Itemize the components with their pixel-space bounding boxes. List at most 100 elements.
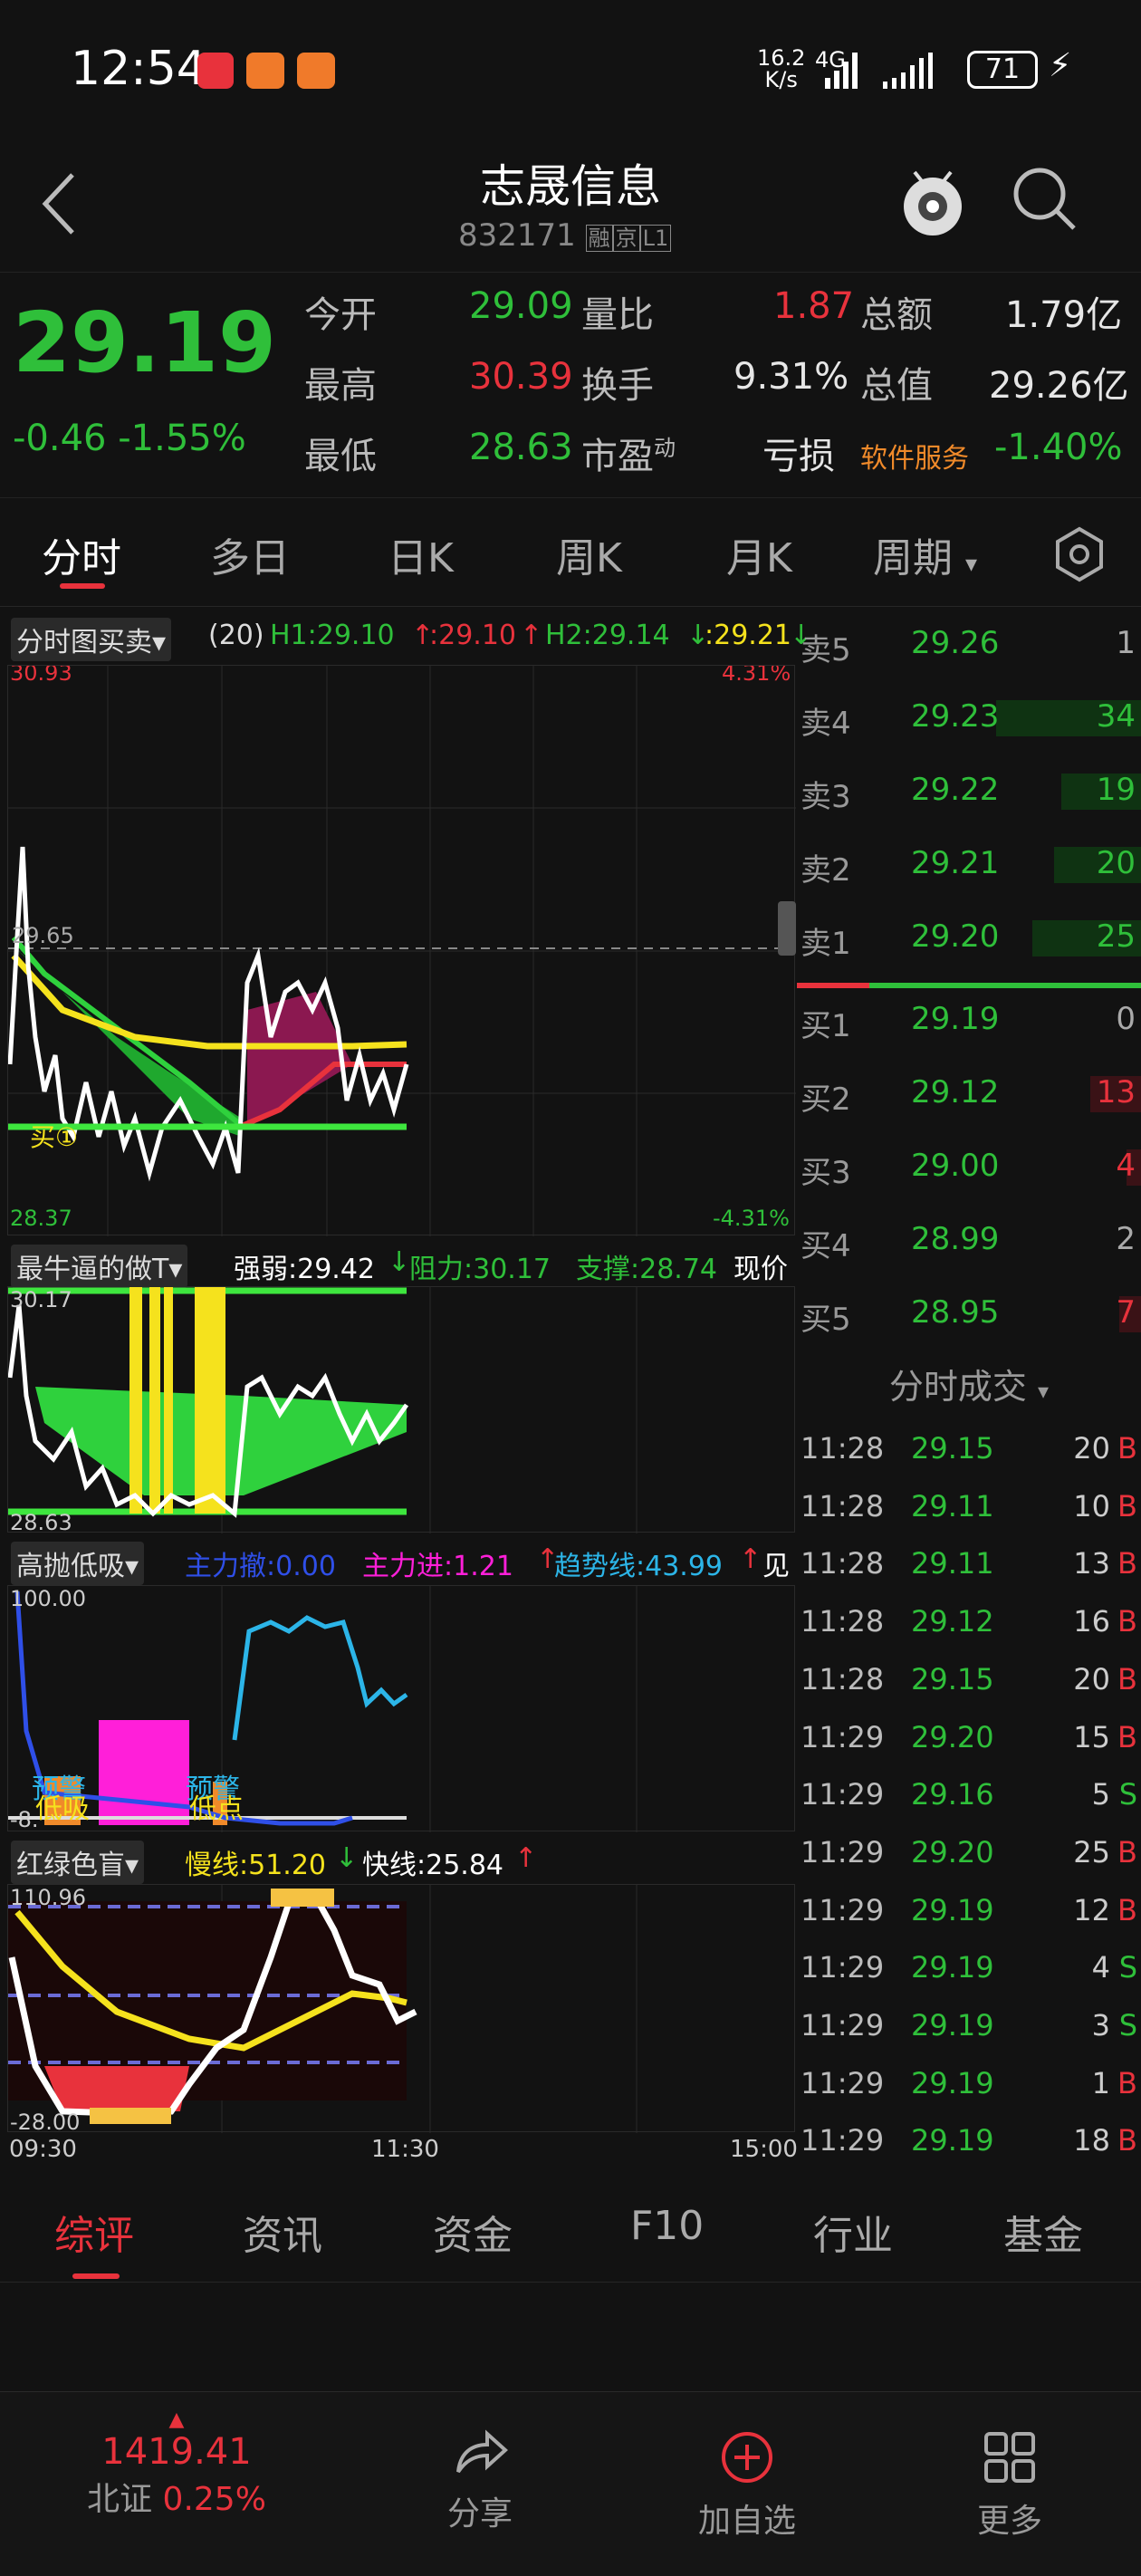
trades-title[interactable]: 分时成交 ▾	[797, 1359, 1141, 1420]
order-price: 29.12	[911, 1074, 1000, 1110]
tab-industry[interactable]: 行业	[813, 2203, 893, 2261]
time-axis-end: 15:00	[730, 2136, 798, 2163]
low-value: 28.63	[469, 427, 573, 468]
ask-row[interactable]: 卖5 29.26 1	[797, 609, 1141, 682]
market-cap-label: 总值	[860, 365, 933, 407]
order-volume: 2	[1116, 1221, 1136, 1257]
high-low-chart: 预警 低吸 预警 低点 100.00 -8.	[8, 1586, 638, 1832]
trade-volume: 4	[1091, 1950, 1110, 1985]
index-value: 1419.41	[101, 2431, 252, 2473]
trade-time: 11:28	[801, 1546, 885, 1581]
trade-price: 29.20	[911, 1834, 994, 1870]
order-level-label: 卖5	[801, 632, 851, 668]
t-trade-chart-panel[interactable]: 30.17 28.63	[7, 1286, 795, 1535]
volume-ratio-label: 量比	[581, 294, 654, 336]
resistance-value: 阻力:30.17	[409, 1254, 551, 1285]
trade-price: 29.11	[911, 1546, 994, 1581]
ask-row[interactable]: 卖1 29.20 25	[797, 902, 1141, 976]
trade-row: 11:29 29.20 15 B	[797, 1709, 1141, 1767]
order-volume: 1	[1116, 625, 1136, 661]
bottom-action-bar: ▲ 1419.41 北证 0.25% 分享 加自选 更多	[0, 2391, 1141, 2576]
order-price: 29.26	[911, 625, 1000, 661]
trade-side: B	[1117, 1892, 1137, 1927]
indicator-select-3[interactable]: 高抛低吸▾	[11, 1542, 145, 1585]
trade-volume: 16	[1073, 1604, 1110, 1639]
h1b-value: :29.10	[429, 620, 516, 651]
trade-time: 11:29	[801, 1834, 885, 1870]
trade-price: 29.19	[911, 2123, 994, 2158]
trade-row: 11:28 29.15 20 B	[797, 1420, 1141, 1478]
trade-row: 11:28 29.11 10 B	[797, 1478, 1141, 1536]
index-ticker[interactable]: ▲ 1419.41 北证 0.25%	[63, 2408, 290, 2520]
bid-row[interactable]: 买1 29.19 0	[797, 985, 1141, 1058]
tab-monthly-k[interactable]: 月K	[726, 525, 792, 583]
order-price: 28.99	[911, 1221, 1000, 1257]
add-watchlist-button[interactable]: 加自选	[670, 2428, 824, 2542]
order-price: 29.00	[911, 1148, 1000, 1184]
trade-row: 11:28 29.12 16 B	[797, 1593, 1141, 1651]
time-axis-mid: 11:30	[371, 2136, 439, 2163]
trade-side: B	[1117, 2123, 1137, 2158]
sector-name[interactable]: 软件服务	[860, 436, 969, 476]
search-icon[interactable]	[1009, 163, 1081, 235]
active-tab-indicator	[60, 583, 105, 589]
tab-period[interactable]: 周期 ▾	[873, 525, 977, 583]
ask-row[interactable]: 卖3 29.22 19	[797, 755, 1141, 829]
bid-row[interactable]: 买4 28.99 2	[797, 1205, 1141, 1278]
order-price: 29.21	[911, 845, 1000, 881]
indicator-select-2[interactable]: 最牛逼的做T▾	[11, 1245, 188, 1288]
see-label: 见	[762, 1551, 790, 1582]
trade-volume: 25	[1073, 1834, 1110, 1870]
indicator-select-4[interactable]: 红绿色盲▾	[11, 1841, 145, 1884]
low-label: 最低	[304, 436, 377, 477]
high-low-chart-panel[interactable]: 预警 低吸 预警 低点 100.00 -8.	[7, 1585, 795, 1832]
bid-ask-divider	[797, 983, 1141, 988]
order-level-label: 卖3	[801, 779, 851, 815]
share-button[interactable]: 分享	[408, 2428, 552, 2534]
tab-weekly-k[interactable]: 周K	[556, 525, 622, 583]
tab-overview[interactable]: 综评	[54, 2203, 134, 2261]
add-icon	[722, 2432, 772, 2483]
order-volume: 25	[1096, 918, 1136, 955]
red-green-chart-panel[interactable]: 110.96 -28.00	[7, 1884, 795, 2135]
trade-row: 11:29 29.16 5 S	[797, 1766, 1141, 1824]
tab-news[interactable]: 资讯	[243, 2203, 322, 2261]
trade-volume: 20	[1073, 1661, 1110, 1697]
tab-fund[interactable]: 基金	[1003, 2203, 1083, 2261]
settings-icon[interactable]	[1050, 525, 1108, 583]
buy-signal-marker: 买①	[30, 1122, 78, 1152]
p4-axis-top: 110.96	[10, 1885, 86, 1910]
trade-side: B	[1117, 1834, 1137, 1870]
amount-value: 1.79亿	[1005, 294, 1123, 336]
ask-row[interactable]: 卖2 29.21 20	[797, 829, 1141, 902]
trade-volume: 20	[1073, 1431, 1110, 1466]
robot-assistant-icon[interactable]	[896, 159, 969, 241]
tab-funds-flow[interactable]: 资金	[433, 2203, 513, 2261]
tab-intraday[interactable]: 分时	[42, 525, 121, 583]
support-value: 支撑:28.74	[576, 1254, 717, 1285]
tab-f10[interactable]: F10	[630, 2203, 704, 2249]
order-price: 29.22	[911, 772, 1000, 808]
index-name: 北证 0.25%	[87, 2481, 266, 2518]
trade-volume: 15	[1073, 1719, 1110, 1754]
more-button[interactable]: 更多	[937, 2428, 1082, 2542]
trade-volume: 5	[1091, 1777, 1110, 1812]
bid-row[interactable]: 买5 28.95 7	[797, 1278, 1141, 1351]
page-title: 志晟信息	[480, 160, 661, 213]
trade-row: 11:29 29.19 18 B	[797, 2112, 1141, 2170]
trade-volume: 12	[1073, 1892, 1110, 1927]
order-volume: 4	[1116, 1148, 1136, 1184]
bid-row[interactable]: 买2 29.12 13	[797, 1058, 1141, 1131]
tab-daily-k[interactable]: 日K	[388, 525, 454, 583]
trade-price: 29.19	[911, 2065, 994, 2100]
trade-side: B	[1117, 1431, 1137, 1466]
tab-multi-day[interactable]: 多日	[210, 525, 290, 583]
trade-price: 29.15	[911, 1661, 994, 1697]
bid-row[interactable]: 买3 29.00 4	[797, 1131, 1141, 1205]
axis-top-price: 30.93	[10, 666, 72, 686]
ask-row[interactable]: 卖4 29.23 34	[797, 682, 1141, 755]
indicator-select-1[interactable]: 分时图买卖▾	[11, 618, 172, 661]
strength-value: 强弱:29.42	[234, 1254, 375, 1285]
intraday-chart-panel[interactable]: 买① 30.93 4.31% 29.65 28.37 -4.31%	[7, 660, 796, 1236]
main-in-value: 主力进:1.21	[362, 1551, 513, 1582]
